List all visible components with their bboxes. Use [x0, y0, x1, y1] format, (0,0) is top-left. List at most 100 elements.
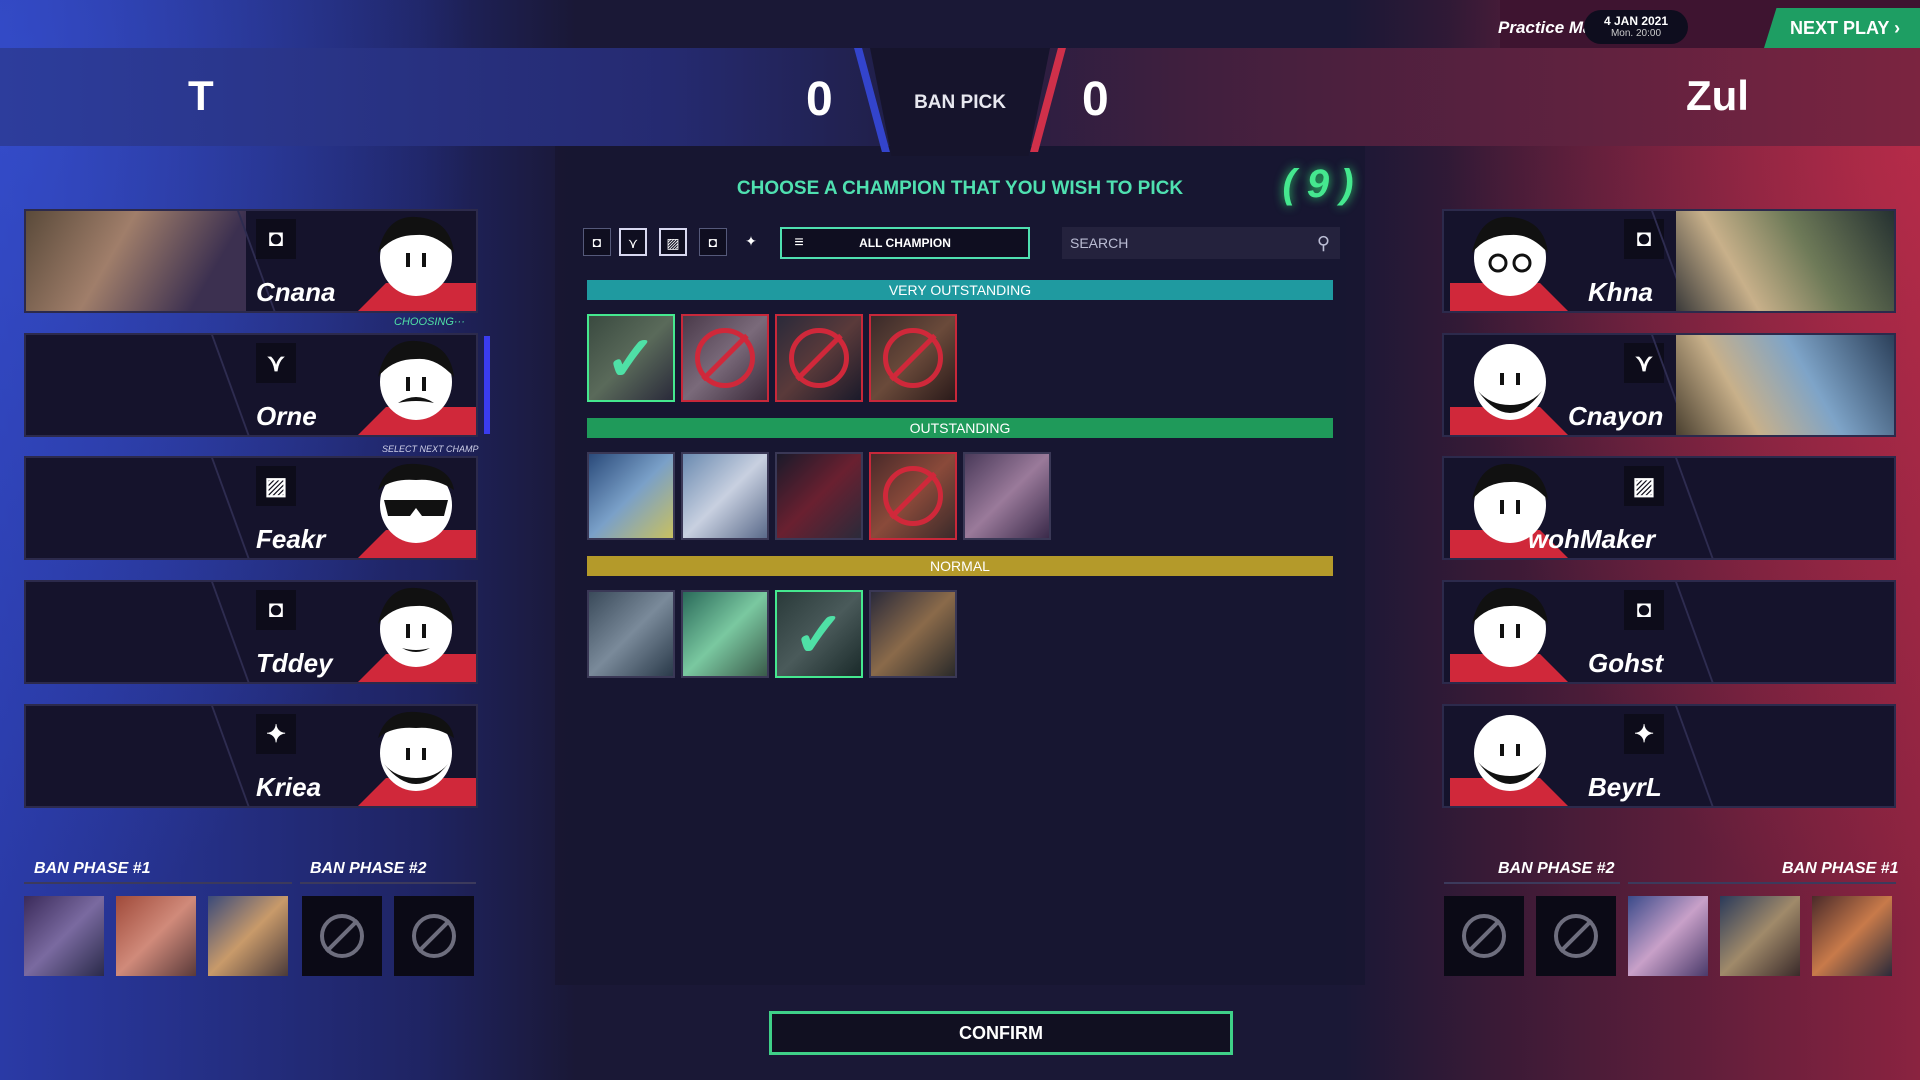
all-champion-filter[interactable]: ≡ ALL CHAMPION — [780, 227, 1030, 259]
wings-role-icon: ✦ — [256, 714, 296, 754]
champion-tile-banned — [869, 314, 957, 402]
player-name: Tddey — [256, 648, 333, 678]
right-player-card-3[interactable]: wohMaker ▨ — [1442, 456, 1896, 560]
pick-instruction: CHOOSE A CHAMPION THAT YOU WISH TO PICK — [736, 178, 1184, 199]
player-name: Kriea — [256, 772, 322, 802]
champion-tile-picked[interactable]: ✓ — [775, 590, 863, 678]
filter-square-alt-role-icon[interactable]: ◘ — [699, 228, 727, 256]
player-avatar — [1450, 216, 1568, 311]
card-divider — [211, 706, 251, 806]
champion-tile[interactable] — [963, 452, 1051, 540]
divider — [1444, 882, 1620, 884]
choosing-status: CHOOSING··· — [394, 316, 465, 328]
ban-icon — [883, 328, 943, 388]
pick-timer: ( 9 ) — [1282, 162, 1354, 206]
no-ban-icon — [320, 914, 364, 958]
player-name: Khna — [1588, 277, 1653, 307]
phase-label: BAN PICK — [914, 92, 1006, 113]
card-divider — [1675, 458, 1715, 558]
filter-claw-role-icon[interactable]: ⋎ — [619, 228, 647, 256]
player-avatar — [1450, 344, 1568, 435]
filter-square-role-icon[interactable]: ◘ — [583, 228, 611, 256]
champion-tile[interactable] — [869, 590, 957, 678]
banned-champion — [1720, 896, 1800, 976]
champion-tile[interactable] — [587, 590, 675, 678]
square-role-icon: ◘ — [1624, 590, 1664, 630]
right-ban-phase-2-label: BAN PHASE #2 — [1498, 860, 1615, 877]
select-next-status: SELECT NEXT CHAMP — [382, 444, 479, 454]
left-ban-phase-1-label: BAN PHASE #1 — [34, 860, 151, 877]
banned-champion — [116, 896, 196, 976]
champion-tile-banned — [681, 314, 769, 402]
check-icon: ✓ — [793, 600, 845, 670]
champion-tile[interactable] — [681, 590, 769, 678]
slash-role-icon: ▨ — [1624, 466, 1664, 506]
champion-tile[interactable] — [775, 452, 863, 540]
tier-normal: NORMAL — [587, 556, 1333, 576]
match-date: 4 JAN 2021 Mon. 20:00 — [1584, 10, 1688, 44]
card-divider — [1675, 582, 1715, 682]
next-play-label: NEXT PLAY — [1790, 18, 1890, 38]
pick-timer-value: 9 — [1306, 162, 1330, 206]
champion-tile-picked[interactable]: ✓ — [587, 314, 675, 402]
empty-ban-slot — [394, 896, 474, 976]
check-icon: ✓ — [605, 324, 657, 394]
square-role-icon: ◘ — [256, 590, 296, 630]
player-avatar — [1450, 715, 1568, 806]
match-date-time: Mon. 20:00 — [1610, 28, 1662, 39]
right-player-card-5[interactable]: BeyrL ✦ — [1442, 704, 1896, 808]
banned-champion — [1812, 896, 1892, 976]
player-avatar — [1450, 587, 1568, 682]
next-play-button[interactable]: NEXT PLAY › — [1764, 8, 1920, 48]
right-player-card-1[interactable]: Khna ◘ — [1442, 209, 1896, 313]
player-name: Feakr — [256, 524, 326, 554]
player-avatar — [358, 340, 476, 435]
card-divider — [211, 458, 251, 558]
ban-icon — [883, 466, 943, 526]
right-player-card-2[interactable]: Cnayon ⋎ — [1442, 333, 1896, 437]
left-team-name: T — [188, 72, 214, 119]
right-ban-phase-1-label: BAN PHASE #1 — [1782, 860, 1899, 877]
left-team-score: 0 — [806, 73, 833, 126]
player-name: Gohst — [1588, 648, 1664, 678]
empty-ban-slot — [302, 896, 382, 976]
champion-tile[interactable] — [681, 452, 769, 540]
divider — [1628, 882, 1896, 884]
card-divider — [211, 335, 251, 435]
banned-champion — [1628, 896, 1708, 976]
champion-tile[interactable] — [587, 452, 675, 540]
player-name: Cnayon — [1568, 401, 1664, 431]
list-filter-icon: ≡ — [794, 234, 804, 251]
player-name: Orne — [256, 401, 317, 431]
ban-pick-screen: T 0 BAN PICK 0 Zul Practice Match 4 JAN … — [0, 0, 1920, 1080]
chevron-right-icon: › — [1894, 18, 1901, 38]
left-player-card-5[interactable]: ✦ Kriea — [24, 704, 478, 808]
left-player-card-1[interactable]: ◘ Cnana — [24, 209, 478, 313]
left-player-card-2[interactable]: ⋎ Orne — [24, 333, 478, 437]
filter-slash-role-icon[interactable]: ▨ — [659, 228, 687, 256]
player-avatar — [358, 463, 476, 558]
left-player-card-3[interactable]: ▨ Feakr — [24, 456, 478, 560]
no-ban-icon — [1462, 914, 1506, 958]
right-team-name: Zul — [1686, 72, 1749, 119]
ban-icon — [789, 328, 849, 388]
empty-ban-slot — [1536, 896, 1616, 976]
confirm-button[interactable]: CONFIRM — [769, 1011, 1233, 1055]
no-ban-icon — [412, 914, 456, 958]
wings-role-icon: ✦ — [1624, 714, 1664, 754]
champion-portrait — [1676, 335, 1894, 435]
divider — [300, 882, 476, 884]
no-ban-icon — [1554, 914, 1598, 958]
left-player-card-4[interactable]: ◘ Tddey — [24, 580, 478, 684]
card-divider — [1675, 706, 1715, 806]
tier-outstanding: OUTSTANDING — [587, 418, 1333, 438]
player-avatar — [358, 216, 476, 311]
filter-wings-role-icon[interactable]: ✦ — [737, 228, 765, 256]
player-avatar — [358, 587, 476, 682]
player-name: BeyrL — [1588, 772, 1662, 802]
search-input[interactable]: SEARCH ⚲ — [1062, 227, 1340, 259]
player-name: wohMaker — [1528, 524, 1656, 554]
right-player-card-4[interactable]: Gohst ◘ — [1442, 580, 1896, 684]
ban-icon — [695, 328, 755, 388]
search-icon: ⚲ — [1316, 233, 1330, 253]
